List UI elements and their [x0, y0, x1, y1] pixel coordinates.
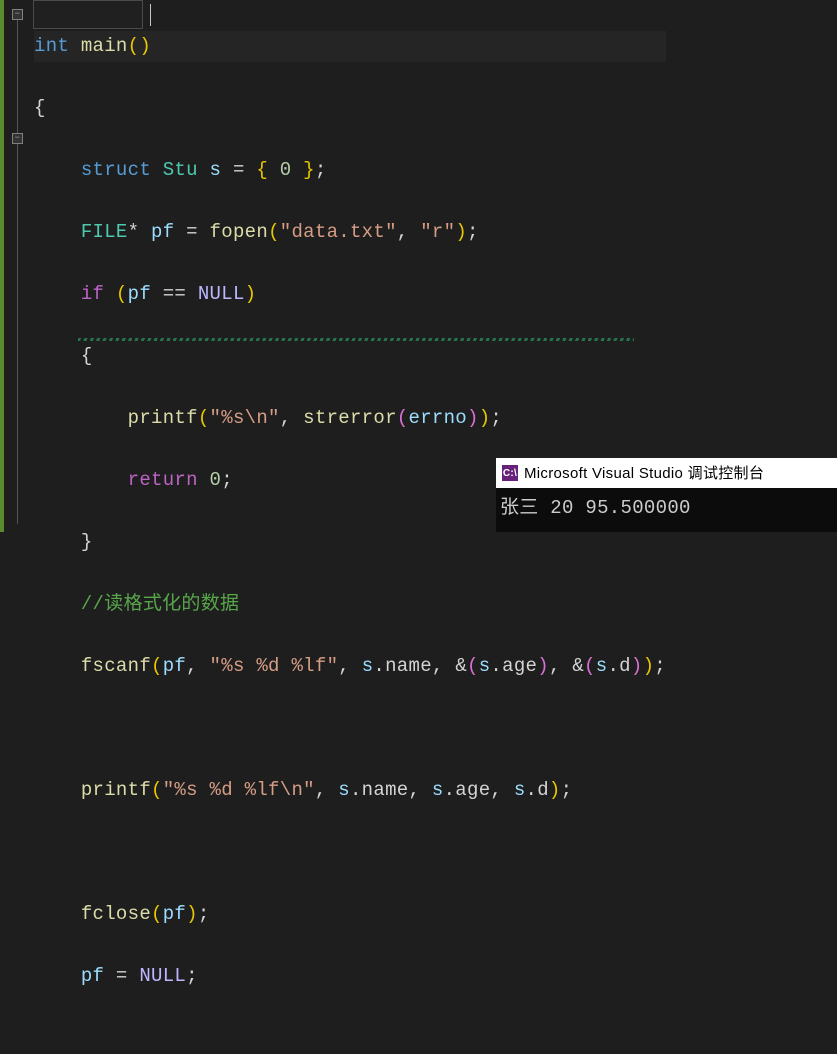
code-line[interactable]: printf("%s\n", strerror(errno));: [34, 403, 666, 434]
code-line[interactable]: [34, 837, 666, 868]
code-line[interactable]: pf = NULL;: [34, 961, 666, 992]
debug-console-window[interactable]: C:\ Microsoft Visual Studio 调试控制台 张三 20 …: [496, 458, 837, 532]
console-title-text: Microsoft Visual Studio 调试控制台: [524, 458, 764, 489]
fold-toggle[interactable]: −: [12, 133, 23, 144]
visual-studio-icon: C:\: [502, 465, 518, 481]
code-line[interactable]: fclose(pf);: [34, 899, 666, 930]
fold-guide: [17, 20, 18, 140]
code-line[interactable]: FILE* pf = fopen("data.txt", "r");: [34, 217, 666, 248]
code-editor[interactable]: − − int main() { struct Stu s = { 0 }; F…: [0, 0, 837, 532]
fold-guide: [17, 144, 18, 524]
code-line[interactable]: [34, 713, 666, 744]
gutter: − −: [4, 0, 32, 532]
warning-squiggle: [78, 338, 634, 341]
console-titlebar[interactable]: C:\ Microsoft Visual Studio 调试控制台: [496, 458, 837, 488]
code-line[interactable]: printf("%s %d %lf\n", s.name, s.age, s.d…: [34, 775, 666, 806]
code-line[interactable]: {: [34, 93, 666, 124]
console-output: 张三 20 95.500000: [496, 488, 837, 532]
fold-toggle[interactable]: −: [12, 9, 23, 20]
code-line[interactable]: fscanf(pf, "%s %d %lf", s.name, &(s.age)…: [34, 651, 666, 682]
code-line[interactable]: int main(): [34, 31, 666, 62]
code-line[interactable]: //读格式化的数据: [34, 589, 666, 620]
code-line[interactable]: struct Stu s = { 0 };: [34, 155, 666, 186]
code-line[interactable]: if (pf == NULL): [34, 279, 666, 310]
code-line[interactable]: {: [34, 341, 666, 372]
